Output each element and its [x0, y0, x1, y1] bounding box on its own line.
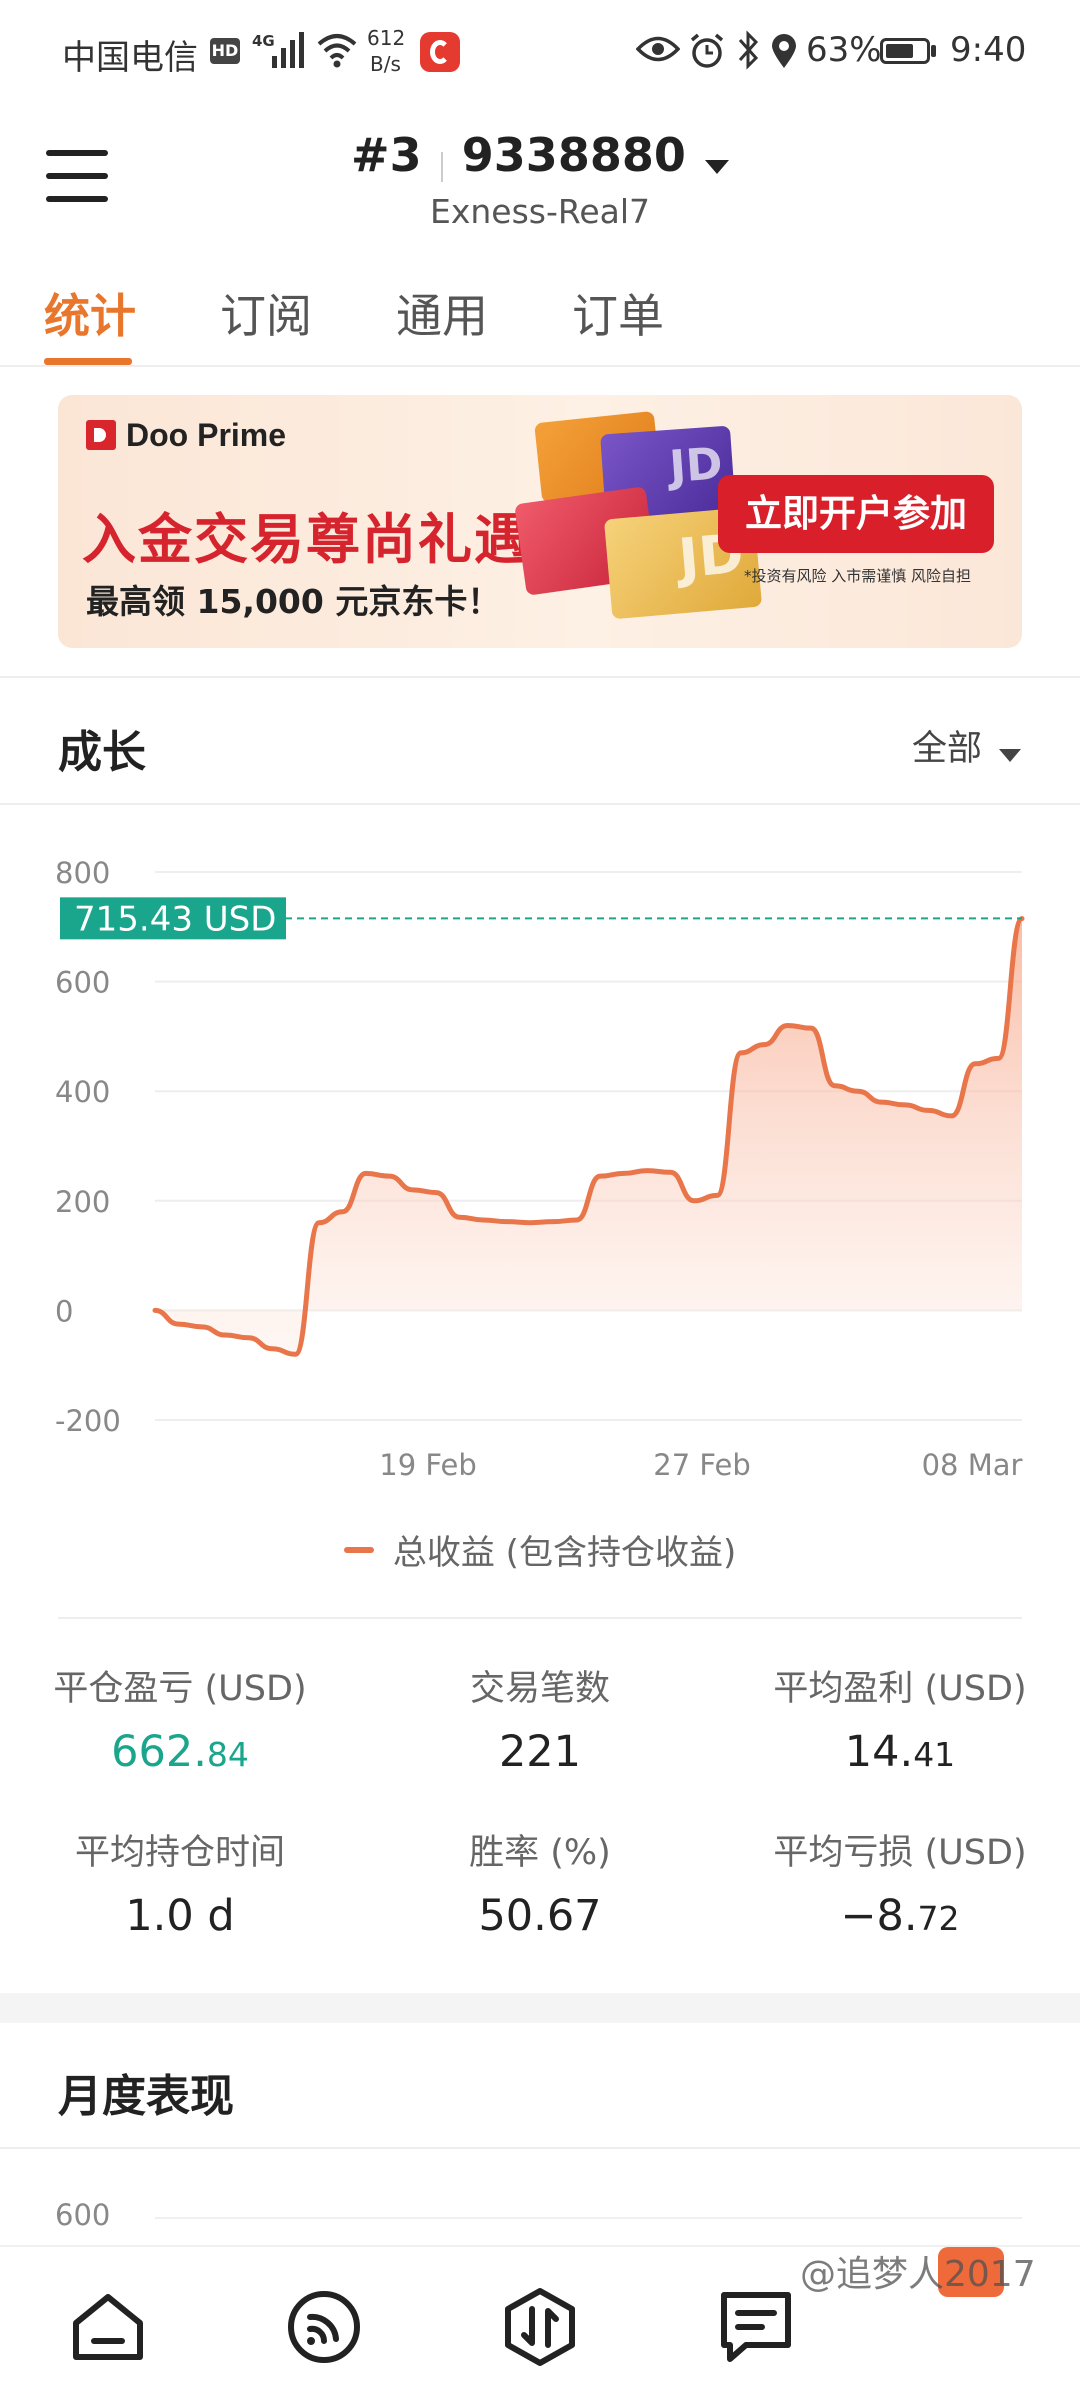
net-speed-unit: B/s [370, 52, 401, 76]
monthly-y-tick: 600 [55, 2198, 111, 2232]
y-tick-label: 800 [55, 856, 110, 890]
banner-cta-button[interactable]: 立即开户参加 [718, 475, 994, 553]
chevron-down-icon [999, 749, 1022, 762]
banner-subline: 最高领 15,000 元京东卡！ [86, 582, 501, 621]
growth-chart[interactable]: 800 600 400 200 0 -200 19 Feb 27 Feb 08 Mar 715… [0, 820, 1080, 1500]
bluetooth-icon [738, 30, 759, 70]
brand-name: Doo Prime [126, 417, 287, 453]
growth-filter-dropdown[interactable]: 全部 [912, 720, 1022, 771]
home-icon[interactable] [68, 2287, 148, 2367]
divider [0, 676, 1080, 678]
alarm-icon [690, 33, 724, 68]
legend-swatch [343, 1546, 374, 1553]
trade-icon[interactable] [500, 2287, 580, 2367]
monthly-title: 月度表现 [58, 2071, 234, 2122]
carrier-label: 中国电信 [62, 38, 198, 78]
tab-bar: 统计 订阅 通用 订单 [0, 270, 1080, 367]
location-icon [772, 34, 796, 68]
x-tick-label: 27 Feb [653, 1448, 750, 1482]
signals-icon[interactable] [284, 2287, 364, 2367]
stat-avg-hold-time: 平均持仓时间 1.0 d [74, 1833, 285, 1941]
tab-orders[interactable]: 订单 [572, 280, 664, 346]
active-tab-indicator [44, 358, 132, 365]
y-tick-label: -200 [55, 1404, 121, 1438]
growth-title: 成长 [58, 727, 146, 778]
divider [0, 2147, 1080, 2149]
stat-avg-profit: 平均盈利 (USD) 14.41 [773, 1669, 1027, 1777]
y-tick-label: 600 [55, 966, 110, 1000]
tab-subscribe[interactable]: 订阅 [220, 280, 312, 346]
eye-icon [636, 36, 680, 62]
watermark: @追梦人2017 [800, 2254, 1036, 2295]
growth-filter-label: 全部 [912, 729, 983, 769]
tab-statistics[interactable]: 统计 [44, 280, 136, 346]
signal-icon [272, 32, 304, 68]
chart-legend: 总收益 (包含持仓收益) [0, 1525, 1080, 1574]
clock: 9:40 [950, 30, 1027, 70]
account-number: 9338880 [461, 128, 686, 182]
battery-percent: 63% [806, 30, 882, 70]
hd-badge: HD [210, 38, 240, 64]
promo-banner[interactable]: Doo Prime 入金交易尊尚礼遇 最高领 15,000 元京东卡！ JD J… [58, 395, 1022, 648]
bottom-navigation: @追梦人2017 [0, 2245, 1080, 2390]
y-axis: 800 600 400 200 0 -200 [55, 856, 121, 1438]
tab-general[interactable]: 通用 [396, 280, 488, 346]
legend-label: 总收益 (包含持仓收益) [392, 1533, 737, 1573]
server-name: Exness-Real7 [429, 192, 651, 231]
x-tick-label: 19 Feb [379, 1448, 476, 1482]
x-tick-label: 08 Mar [922, 1448, 1023, 1482]
wifi-icon [317, 34, 357, 68]
current-value-label: 715.43 USD [74, 899, 276, 939]
banner-headline: 入金交易尊尚礼遇 [82, 508, 530, 571]
stat-win-rate: 胜率 (%) 50.67 [469, 1833, 611, 1941]
y-tick-label: 0 [55, 1294, 73, 1328]
divider [58, 1617, 1022, 1619]
account-dropdown-icon[interactable] [704, 159, 729, 174]
banner-disclaimer: *投资有风险 入市需谨慎 风险自担 [744, 567, 972, 585]
y-tick-label: 400 [55, 1075, 110, 1109]
y-tick-label: 200 [55, 1185, 110, 1219]
divider [0, 803, 1080, 805]
x-axis: 19 Feb 27 Feb 08 Mar [379, 1448, 1022, 1482]
monthly-grid-line [155, 2217, 1022, 2219]
stat-trade-count: 交易笔数 221 [469, 1669, 610, 1777]
growth-area [155, 918, 1022, 1355]
account-prefix: #3 [351, 128, 422, 182]
section-gap [0, 1993, 1080, 2023]
stat-avg-loss: 平均亏损 (USD) −8.72 [773, 1833, 1027, 1941]
account-selector[interactable]: #3 9338880 [0, 128, 1080, 182]
status-bar: 中国电信 HD 4G 612 B/s 63% 9:40 [0, 0, 1080, 100]
net-speed-value: 612 [367, 26, 406, 50]
stat-closed-pnl: 平仓盈亏 (USD) 662.84 [53, 1669, 307, 1777]
battery-icon [880, 38, 930, 64]
messages-icon[interactable] [716, 2287, 796, 2367]
